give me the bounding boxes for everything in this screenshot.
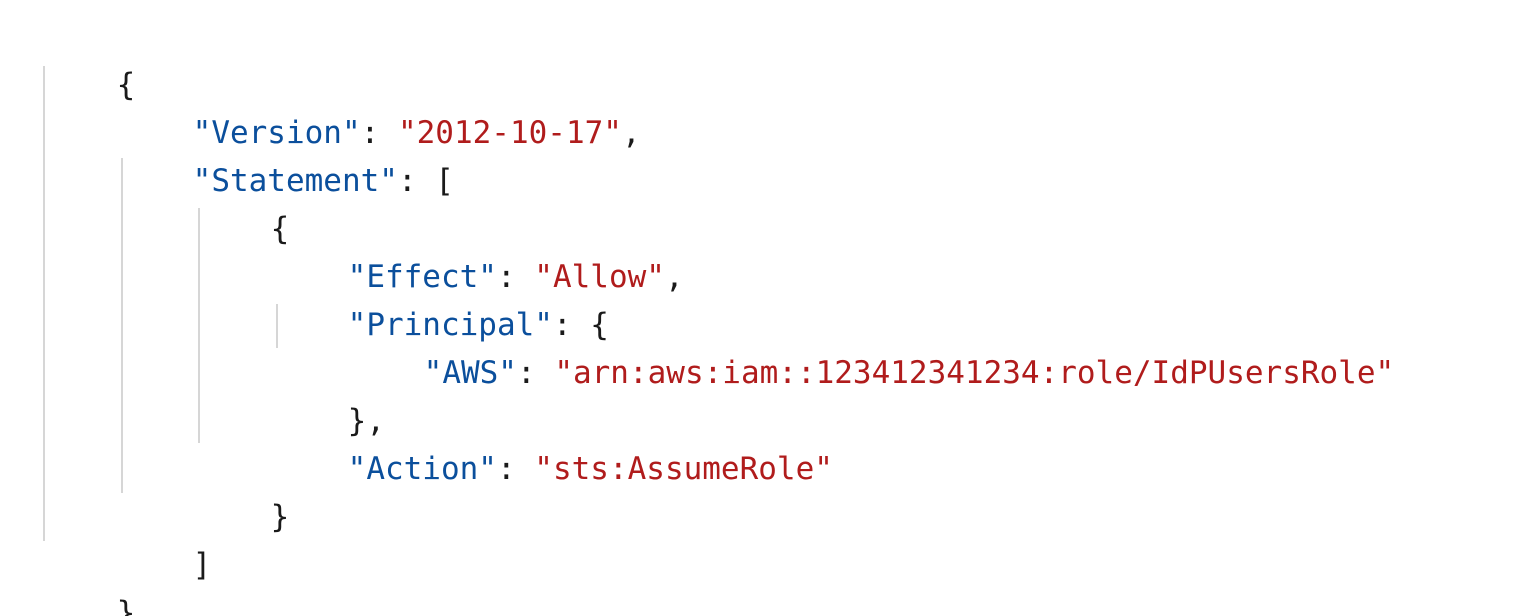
code-line-8: },: [273, 349, 385, 439]
code-line-1: {: [42, 13, 136, 103]
code-line-2: "Version": "2012-10-17",: [118, 61, 641, 151]
action-value: "sts:AssumeRole": [534, 451, 833, 487]
statement-open-bracket: [: [435, 163, 454, 199]
action-key: "Action": [347, 451, 497, 487]
code-line-9: "Action": "sts:AssumeRole": [273, 397, 833, 487]
aws-value: "arn:aws:iam::123412341234:role/IdPUsers…: [554, 355, 1395, 391]
action-colon: :: [496, 451, 535, 487]
code-line-4: {: [196, 157, 290, 247]
code-line-10: }: [196, 445, 290, 535]
statement-close-bracket: ]: [192, 547, 212, 583]
effect-comma: ,: [664, 259, 684, 295]
json-code-editor: { "Version": "2012-10-17", "Statement": …: [0, 0, 1536, 616]
aws-key: "AWS": [423, 355, 517, 391]
version-comma: ,: [621, 115, 641, 151]
code-line-12: }: [42, 541, 136, 616]
code-line-7: "AWS": "arn:aws:iam::123412341234:role/I…: [349, 301, 1395, 391]
statement-item-close-brace: }: [270, 499, 290, 535]
statement-colon: :: [397, 163, 436, 199]
code-line-6: "Principal": {: [273, 253, 609, 343]
aws-colon: :: [516, 355, 555, 391]
root-close-brace: }: [116, 595, 136, 616]
code-line-5: "Effect": "Allow",: [273, 205, 684, 295]
code-line-11: ]: [118, 493, 212, 583]
code-line-3: "Statement": [: [118, 109, 454, 199]
